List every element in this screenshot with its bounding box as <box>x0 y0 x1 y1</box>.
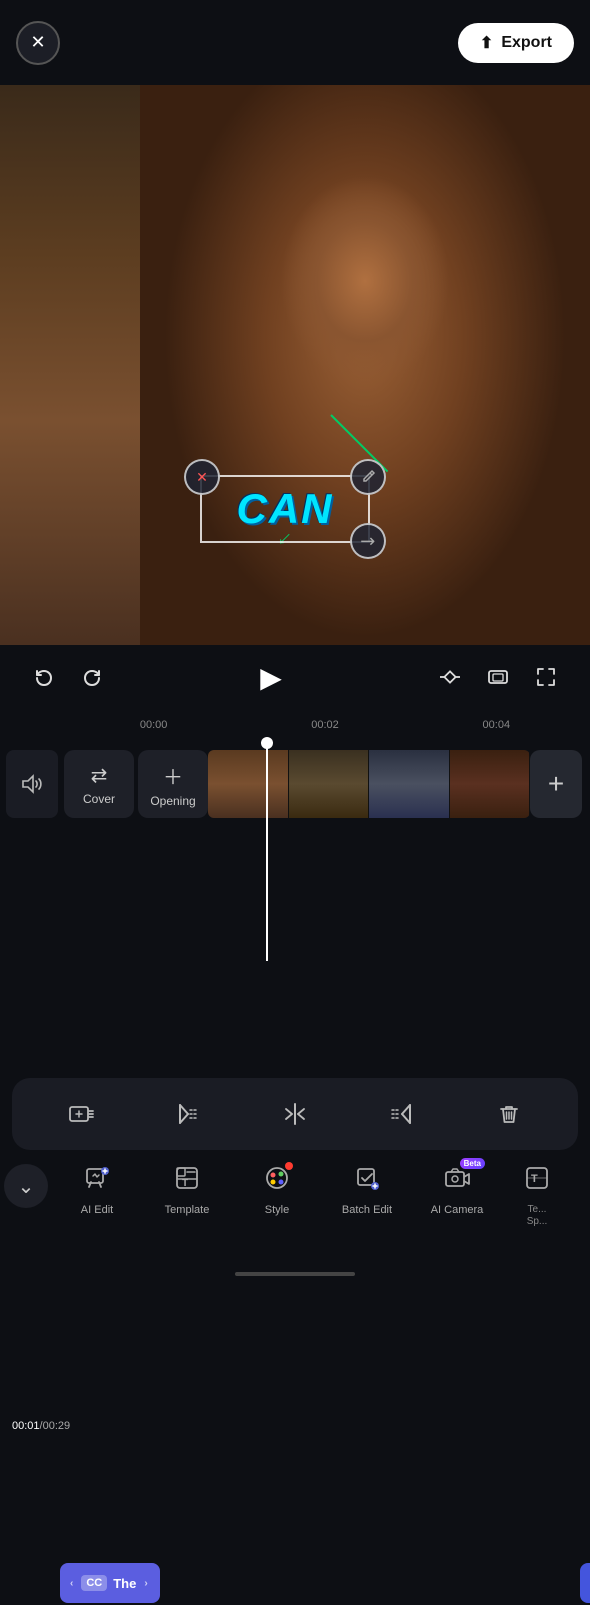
video-preview: ↓ ✕ CAN ↗ <box>0 85 590 645</box>
close-button[interactable]: ✕ <box>16 21 60 65</box>
cc-clip-active[interactable]: ‹ CC The › <box>60 1563 160 1603</box>
timeline-area: ⇄ Cover ＋ Opening + ‹ CC The › CC abou <box>0 741 590 961</box>
sound-icon[interactable] <box>6 750 58 818</box>
opening-icon: ＋ <box>163 761 183 790</box>
play-icon: ▶ <box>260 661 282 694</box>
nav-label-style: Style <box>265 1204 289 1217</box>
bottom-toolbar <box>12 1078 578 1150</box>
delete-handle[interactable]: ✕ <box>184 459 220 495</box>
ruler-mark-2: 00:04 <box>411 719 582 731</box>
scroll-indicator <box>235 1272 355 1276</box>
text-overlay-box[interactable]: ✕ CAN ↗ <box>200 475 370 543</box>
ruler-mark-0: 00:00 <box>68 719 239 731</box>
keyframe-button[interactable] <box>430 657 470 697</box>
film-frame-4 <box>450 750 531 818</box>
redo-button[interactable] <box>72 657 112 697</box>
nav-item-style[interactable]: Style <box>232 1158 322 1223</box>
face-overlay <box>140 85 590 645</box>
film-frame-1 <box>208 750 289 818</box>
nav-label-template: Template <box>165 1204 210 1217</box>
export-label: Export <box>501 34 552 52</box>
style-icon <box>263 1164 291 1199</box>
nav-label-batch-edit: Batch Edit <box>342 1204 392 1217</box>
trim-right-tool[interactable] <box>380 1092 424 1136</box>
collapse-button[interactable]: ⌄ <box>4 1164 48 1208</box>
add-clip-tool[interactable] <box>59 1092 103 1136</box>
undo-button[interactable] <box>24 657 64 697</box>
batch-edit-icon <box>353 1164 381 1199</box>
nav-item-te-sp[interactable]: T Te...Sp... <box>502 1158 572 1234</box>
cc-label-1: CC <box>81 1575 107 1591</box>
collapse-icon: ⌄ <box>18 1174 35 1199</box>
timeline-ruler: 00:01/00:29 00:00 00:02 00:04 <box>0 709 590 741</box>
cover-button[interactable]: ⇄ Cover <box>64 750 134 818</box>
ai-edit-icon <box>83 1164 111 1199</box>
nav-collapse[interactable]: ⌄ <box>0 1158 52 1214</box>
cover-icon: ⇄ <box>91 763 108 788</box>
text-overlay-content: CAN <box>237 485 334 533</box>
controls-bar: ▶ <box>0 645 590 709</box>
nav-label-ai-edit: AI Edit <box>81 1204 113 1217</box>
svg-text:T: T <box>182 1178 188 1189</box>
opening-button[interactable]: ＋ Opening <box>138 750 208 818</box>
cc-clip-secondary[interactable]: CC abou <box>580 1563 590 1603</box>
ruler-mark-1: 00:02 <box>239 719 410 731</box>
total-time: 00:29 <box>43 1420 71 1432</box>
top-bar: ✕ ⬆ Export <box>0 0 590 85</box>
right-controls <box>430 657 566 697</box>
export-icon: ⬆ <box>480 33 493 53</box>
subtitle-track: ‹ CC The › CC abou <box>60 1561 590 1605</box>
film-frame-2 <box>289 750 370 818</box>
nav-item-template[interactable]: T Template <box>142 1158 232 1223</box>
delete-tool[interactable] <box>487 1092 531 1136</box>
edit-handle[interactable] <box>350 459 386 495</box>
nav-label-te-sp: Te...Sp... <box>527 1204 548 1228</box>
video-track: ⇄ Cover ＋ Opening + <box>0 741 590 821</box>
filmstrip <box>208 750 530 818</box>
cc-text-1: The <box>113 1576 136 1591</box>
opening-label: Opening <box>150 794 195 808</box>
aspect-ratio-button[interactable] <box>478 657 518 697</box>
undo-redo-group <box>24 657 112 697</box>
nav-label-ai-camera: AI Camera <box>431 1204 484 1217</box>
add-track-button[interactable]: + <box>530 750 582 818</box>
export-button[interactable]: ⬆ Export <box>458 23 574 63</box>
style-badge-dot <box>285 1162 293 1170</box>
bottom-nav: ⌄ AI Edit T Template <box>0 1150 590 1260</box>
trim-left-tool[interactable] <box>166 1092 210 1136</box>
ai-camera-icon: Beta <box>443 1164 471 1199</box>
template-icon: T <box>173 1164 201 1199</box>
playhead[interactable] <box>266 741 268 961</box>
ai-camera-beta-badge: Beta <box>460 1158 485 1169</box>
te-sp-icon: T <box>523 1164 551 1199</box>
film-frame-3 <box>369 750 450 818</box>
nav-item-ai-camera[interactable]: Beta AI Camera <box>412 1158 502 1223</box>
current-time: 00:01 <box>12 1420 40 1432</box>
nav-item-ai-edit[interactable]: AI Edit <box>52 1158 142 1223</box>
nav-item-batch-edit[interactable]: Batch Edit <box>322 1158 412 1223</box>
svg-text:T: T <box>531 1173 538 1185</box>
play-button[interactable]: ▶ <box>249 655 293 699</box>
fullscreen-button[interactable] <box>526 657 566 697</box>
split-tool[interactable] <box>273 1092 317 1136</box>
cover-label: Cover <box>83 792 115 806</box>
track-thumb-buttons: ⇄ Cover ＋ Opening <box>64 750 208 818</box>
timestamp: 00:01/00:29 <box>12 1420 70 1432</box>
close-icon: ✕ <box>30 32 45 53</box>
